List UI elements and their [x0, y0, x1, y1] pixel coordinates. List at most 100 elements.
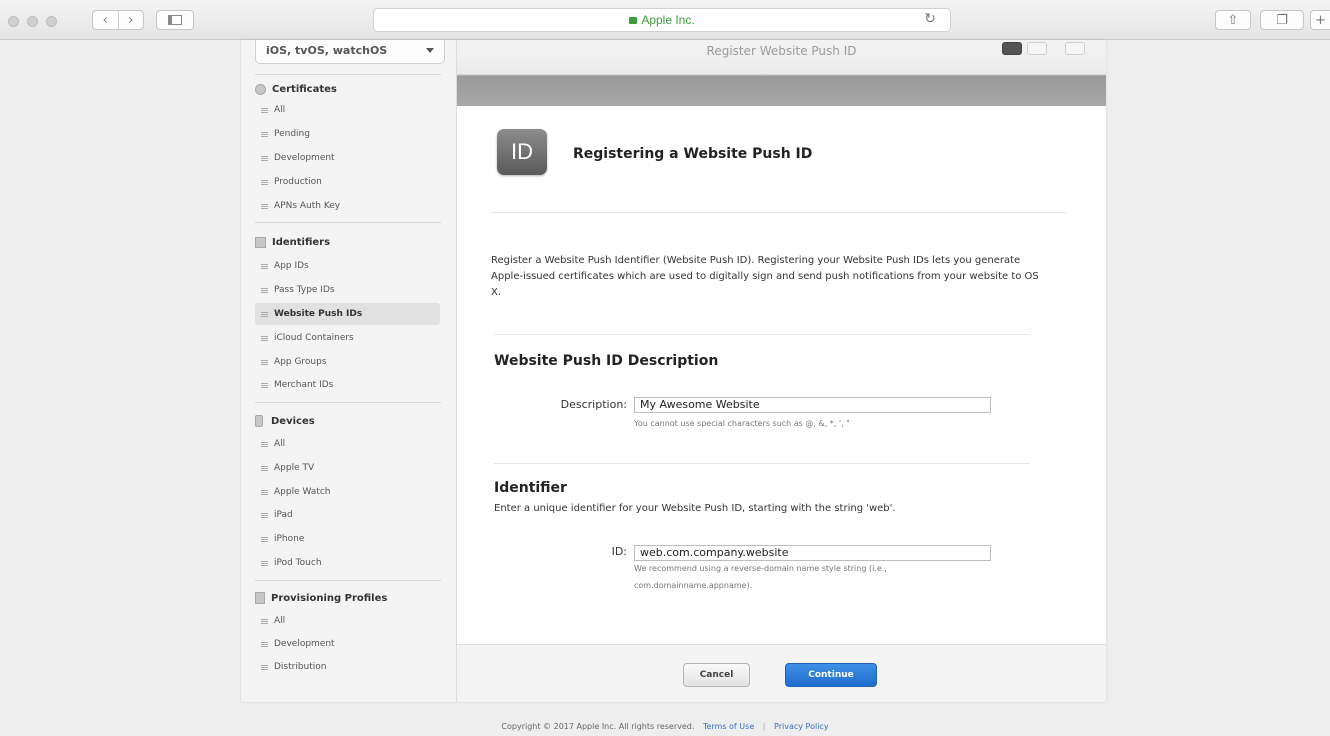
- sidebar-item-profiles-all[interactable]: All: [255, 611, 440, 631]
- terms-of-use-link[interactable]: Terms of Use: [703, 722, 754, 731]
- divider: [255, 580, 441, 581]
- search-icon[interactable]: [1065, 42, 1085, 55]
- sidebar-item-label: App Groups: [274, 357, 327, 367]
- sidebar-item-label: Website Push IDs: [274, 309, 363, 319]
- description-heading: Website Push ID Description: [494, 353, 719, 369]
- list-icon: [261, 131, 268, 137]
- sidebar-item-ipad[interactable]: iPad: [255, 505, 440, 525]
- zoom-window-icon[interactable]: [46, 16, 57, 27]
- form-actions: Cancel Continue: [457, 644, 1106, 702]
- tabs-icon: ❐: [1276, 12, 1288, 28]
- sidebar-toggle-button[interactable]: [156, 10, 194, 30]
- web-page: iOS, tvOS, watchOS Certificates All Pend…: [0, 40, 1330, 736]
- sidebar-item-apple-watch[interactable]: Apple Watch: [255, 482, 440, 502]
- minimize-window-icon[interactable]: [27, 16, 38, 27]
- description-help: You cannot use special characters such a…: [634, 419, 850, 428]
- privacy-policy-link[interactable]: Privacy Policy: [774, 722, 829, 731]
- identifier-heading: Identifier: [494, 480, 567, 496]
- sidebar-item-label: Pass Type IDs: [274, 285, 335, 295]
- add-icon[interactable]: [1027, 42, 1047, 55]
- sidebar-item-iphone[interactable]: iPhone: [255, 529, 440, 549]
- platform-select-value: iOS, tvOS, watchOS: [266, 44, 388, 57]
- sidebar-item-label: Distribution: [274, 662, 327, 672]
- sidebar-item-label: Apple TV: [274, 463, 315, 473]
- cancel-button[interactable]: Cancel: [683, 663, 750, 687]
- identifier-subtext: Enter a unique identifier for your Websi…: [494, 503, 896, 514]
- sidebar: iOS, tvOS, watchOS Certificates All Pend…: [241, 40, 457, 702]
- sidebar-item-apns-auth-key[interactable]: APNs Auth Key: [255, 196, 440, 216]
- address-site: Apple Inc.: [374, 13, 950, 27]
- sidebar-item-certificates-all[interactable]: All: [255, 100, 440, 120]
- description-input[interactable]: My Awesome Website: [634, 397, 991, 413]
- sidebar-item-certificates-development[interactable]: Development: [255, 148, 440, 168]
- new-tab-button[interactable]: +: [1310, 10, 1330, 30]
- section-provisioning-profiles: Provisioning Profiles: [255, 590, 387, 606]
- sidebar-item-label: iPhone: [274, 534, 305, 544]
- divider: [491, 212, 1067, 213]
- sidebar-item-pass-type-ids[interactable]: Pass Type IDs: [255, 280, 440, 300]
- divider: [255, 402, 441, 403]
- section-devices: Devices: [255, 413, 315, 429]
- intro-text: Register a Website Push Identifier (Webs…: [491, 255, 1039, 298]
- sidebar-item-app-groups[interactable]: App Groups: [255, 352, 440, 372]
- close-window-icon[interactable]: [8, 16, 19, 27]
- sidebar-item-icloud-containers[interactable]: iCloud Containers: [255, 328, 440, 348]
- sidebar-item-devices-all[interactable]: All: [255, 434, 440, 454]
- reload-icon[interactable]: ↻: [924, 11, 936, 27]
- sidebar-item-app-ids[interactable]: App IDs: [255, 256, 440, 276]
- chevron-down-icon: [426, 48, 434, 53]
- lock-icon: [629, 17, 638, 24]
- list-icon: [261, 560, 268, 566]
- identifier-help-line1: We recommend using a reverse-domain name…: [634, 564, 887, 573]
- list-icon: [261, 618, 268, 624]
- footer-separator: |: [762, 722, 766, 731]
- section-title: Certificates: [272, 83, 337, 95]
- share-button[interactable]: ⇧: [1215, 10, 1251, 30]
- list-icon: [261, 441, 268, 447]
- sidebar-item-profiles-distribution[interactable]: Distribution: [255, 657, 440, 677]
- sidebar-item-certificates-production[interactable]: Production: [255, 172, 440, 192]
- profile-icon: [255, 592, 265, 604]
- list-icon: [261, 107, 268, 113]
- sidebar-item-label: Pending: [274, 129, 310, 139]
- address-bar[interactable]: Apple Inc. ↻: [373, 8, 951, 32]
- continue-button[interactable]: Continue: [785, 663, 877, 687]
- sidebar-item-label: App IDs: [274, 261, 309, 271]
- sidebar-item-merchant-ids[interactable]: Merchant IDs: [255, 375, 440, 395]
- divider: [255, 222, 441, 223]
- list-icon: [261, 664, 268, 670]
- identifier-input[interactable]: web.com.company.website: [634, 545, 991, 561]
- description-label: Description:: [560, 398, 627, 411]
- section-title: Devices: [271, 415, 315, 427]
- chevron-right-icon[interactable]: ›: [117, 11, 144, 29]
- device-icon: [255, 415, 263, 427]
- sidebar-item-label: All: [274, 439, 286, 449]
- sidebar-item-label: Development: [274, 639, 335, 649]
- list-icon: [261, 263, 268, 269]
- section-title: Identifiers: [272, 236, 331, 248]
- sidebar-item-ipod-touch[interactable]: iPod Touch: [255, 553, 440, 573]
- sidebar-item-certificates-pending[interactable]: Pending: [255, 124, 440, 144]
- identifier-label: ID:: [611, 545, 627, 558]
- list-icon: [261, 311, 268, 317]
- sidebar-icon: [168, 15, 182, 25]
- tabs-overview-button[interactable]: ❐: [1260, 10, 1304, 30]
- sidebar-item-label: All: [274, 616, 286, 626]
- sidebar-item-label: Production: [274, 177, 322, 187]
- section-title: Provisioning Profiles: [271, 592, 388, 604]
- list-icon: [261, 465, 268, 471]
- platform-select[interactable]: iOS, tvOS, watchOS: [255, 40, 445, 64]
- grid-view-icon[interactable]: [1002, 42, 1022, 55]
- list-icon: [261, 641, 268, 647]
- sidebar-item-label: Merchant IDs: [274, 380, 334, 390]
- copyright-text: Copyright © 2017 Apple Inc. All rights r…: [501, 722, 695, 731]
- sidebar-item-label: All: [274, 105, 286, 115]
- list-icon: [261, 512, 268, 518]
- chevron-left-icon[interactable]: ‹: [93, 11, 118, 29]
- list-icon: [261, 335, 268, 341]
- sidebar-item-profiles-development[interactable]: Development: [255, 634, 440, 654]
- sidebar-item-website-push-ids[interactable]: Website Push IDs: [255, 303, 440, 325]
- section-identifiers: Identifiers: [255, 234, 330, 250]
- list-icon: [261, 382, 268, 388]
- sidebar-item-apple-tv[interactable]: Apple TV: [255, 458, 440, 478]
